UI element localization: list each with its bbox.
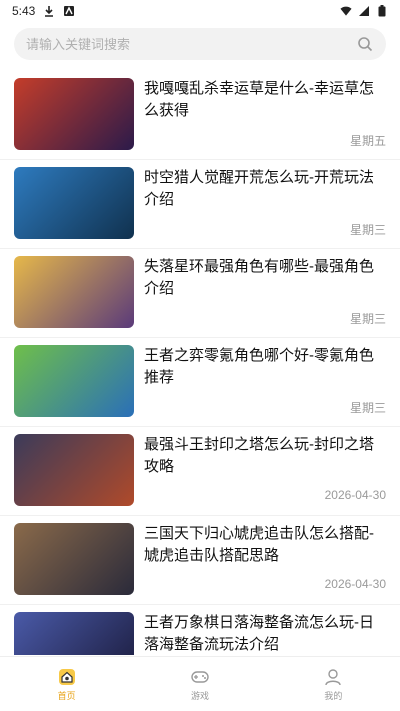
search-bar[interactable] bbox=[14, 28, 386, 60]
article-title: 三国天下归心虓虎追击队怎么搭配-虓虎追击队搭配思路 bbox=[144, 525, 374, 564]
nav-home[interactable]: 首页 bbox=[0, 657, 133, 711]
article-title: 王者万象棋日落海整备流怎么玩-日落海整备流玩法介绍 bbox=[144, 614, 374, 653]
article-date: 星期五 bbox=[349, 134, 386, 148]
status-bar: 5:43 bbox=[0, 0, 400, 22]
search-icon[interactable] bbox=[356, 35, 374, 53]
battery-icon bbox=[376, 5, 388, 17]
signal-icon bbox=[358, 5, 370, 17]
article-thumbnail bbox=[14, 434, 134, 506]
nav-games-label: 游戏 bbox=[190, 690, 209, 701]
article-thumbnail bbox=[14, 523, 134, 595]
article-list[interactable]: 我嘎嘎乱杀幸运草是什么-幸运草怎么获得 星期五 时空猎人觉醒开荒怎么玩-开荒玩法… bbox=[0, 70, 400, 655]
nav-home-label: 首页 bbox=[57, 690, 76, 701]
user-icon bbox=[323, 667, 343, 687]
nav-profile-label: 我的 bbox=[324, 690, 343, 701]
article-title: 王者之弈零氪角色哪个好-零氪角色推荐 bbox=[144, 347, 374, 386]
article-item[interactable]: 王者之弈零氪角色哪个好-零氪角色推荐 星期三 bbox=[0, 337, 400, 427]
article-date: 星期三 bbox=[349, 223, 386, 237]
article-date: 2026-04-30 bbox=[324, 488, 386, 502]
article-item[interactable]: 失落星环最强角色有哪些-最强角色介绍 星期三 bbox=[0, 248, 400, 338]
nav-games[interactable]: 游戏 bbox=[133, 657, 266, 711]
article-date: 星期三 bbox=[349, 312, 386, 326]
nav-profile[interactable]: 我的 bbox=[267, 657, 400, 711]
article-item[interactable]: 时空猎人觉醒开荒怎么玩-开荒玩法介绍 星期三 bbox=[0, 159, 400, 249]
home-icon bbox=[57, 667, 77, 687]
article-item[interactable]: 最强斗王封印之塔怎么玩-封印之塔攻略 2026-04-30 bbox=[0, 426, 400, 516]
download-icon bbox=[43, 5, 55, 17]
article-title: 最强斗王封印之塔怎么玩-封印之塔攻略 bbox=[144, 436, 374, 475]
bottom-nav: 首页 游戏 我的 bbox=[0, 656, 400, 711]
article-item[interactable]: 王者万象棋日落海整备流怎么玩-日落海整备流玩法介绍 bbox=[0, 604, 400, 655]
article-date: 星期三 bbox=[349, 401, 386, 415]
article-thumbnail bbox=[14, 612, 134, 655]
article-thumbnail bbox=[14, 345, 134, 417]
gamepad-icon bbox=[190, 667, 210, 687]
article-thumbnail bbox=[14, 78, 134, 150]
article-thumbnail bbox=[14, 256, 134, 328]
article-title: 失落星环最强角色有哪些-最强角色介绍 bbox=[144, 258, 374, 297]
article-title: 我嘎嘎乱杀幸运草是什么-幸运草怎么获得 bbox=[144, 80, 374, 119]
article-title: 时空猎人觉醒开荒怎么玩-开荒玩法介绍 bbox=[144, 169, 374, 208]
search-input[interactable] bbox=[26, 36, 356, 52]
article-item[interactable]: 我嘎嘎乱杀幸运草是什么-幸运草怎么获得 星期五 bbox=[0, 70, 400, 160]
status-time: 5:43 bbox=[12, 4, 36, 18]
article-thumbnail bbox=[14, 167, 134, 239]
notification-icon bbox=[63, 5, 75, 17]
article-item[interactable]: 三国天下归心虓虎追击队怎么搭配-虓虎追击队搭配思路 2026-04-30 bbox=[0, 515, 400, 605]
article-date: 2026-04-30 bbox=[324, 577, 386, 591]
wifi-icon bbox=[340, 5, 352, 17]
